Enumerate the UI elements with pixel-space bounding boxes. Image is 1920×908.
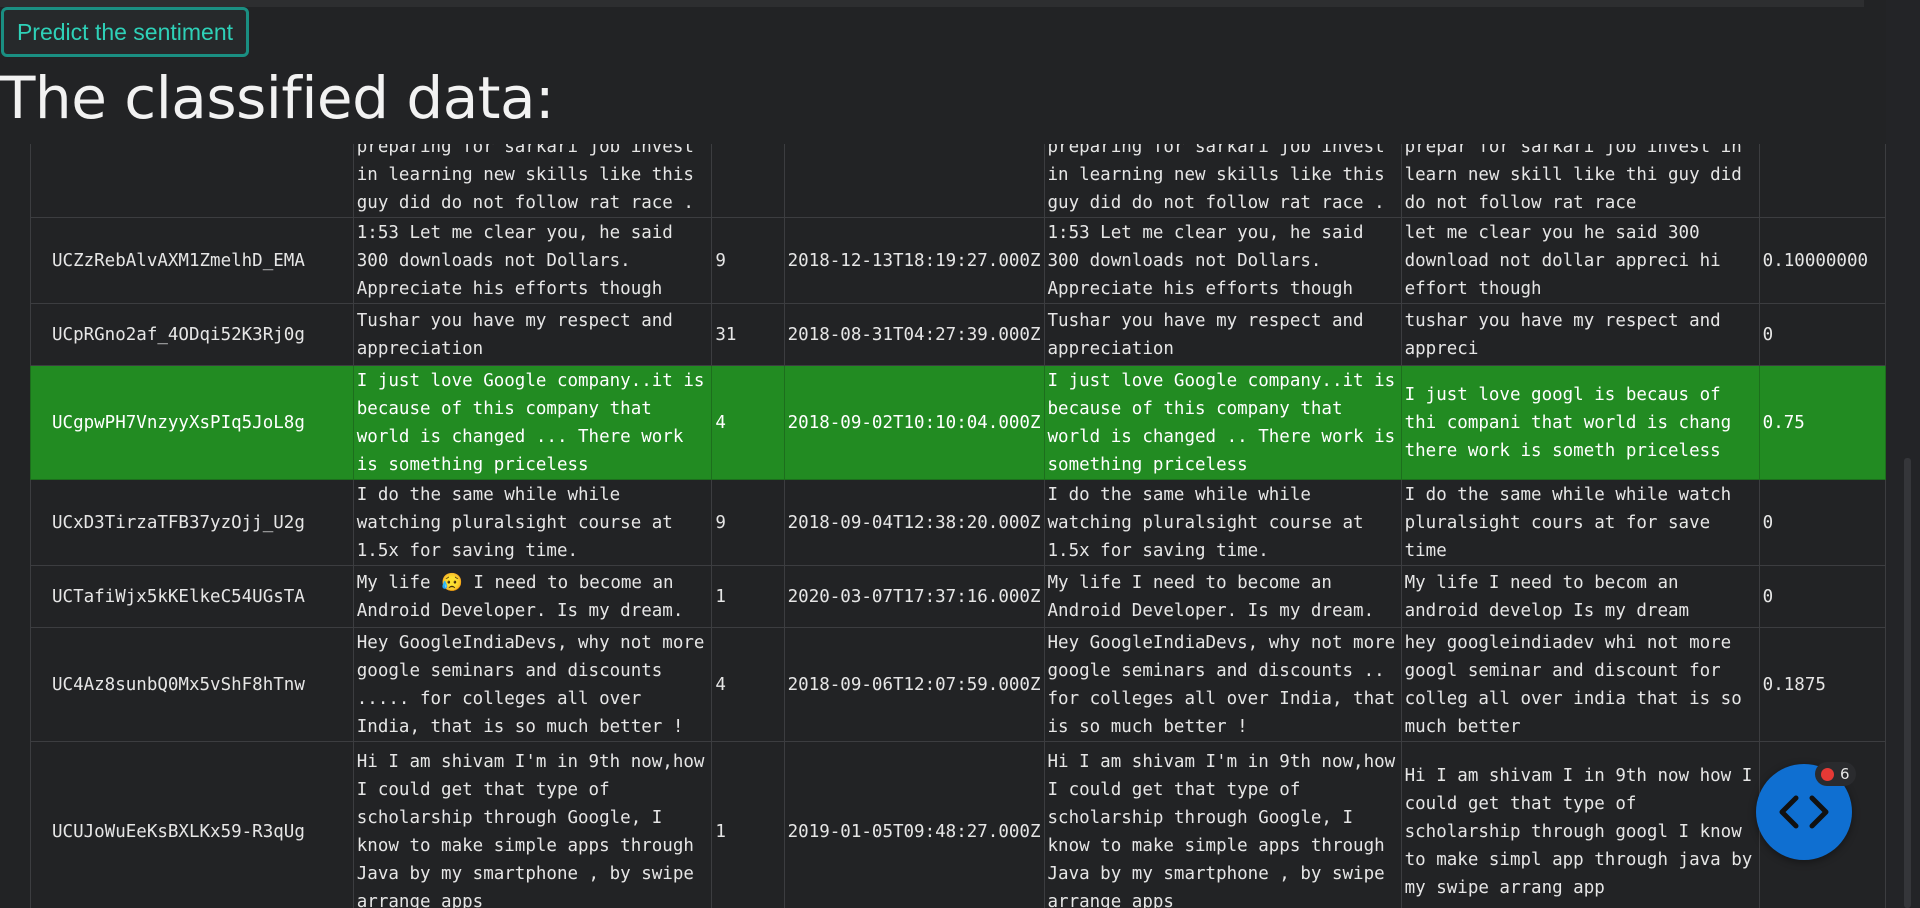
page-title: The classified data:: [0, 64, 555, 132]
timestamp-cell: 2018-08-31T04:27:39.000Z: [783, 303, 1045, 366]
scrollbar-thumb[interactable]: [1904, 458, 1911, 908]
timestamp-cell: [783, 144, 1045, 218]
comment-cell: Hey GoogleIndiaDevs, why not more google…: [352, 627, 713, 742]
sentiment-score-cell: 0: [1758, 479, 1886, 566]
table-row[interactable]: UCTafiWjx5kKElkeC54UGsTA My life 😥 I need…: [30, 565, 1886, 628]
cleaned-comment-cell: 1:53 Let me clear you, he said 300 downl…: [1043, 217, 1402, 304]
timestamp-cell: 2019-01-05T09:48:27.000Z: [783, 741, 1045, 908]
comment-cell: I just love Google company..it is becaus…: [352, 365, 713, 480]
author-id-cell: UCxD3TirzaTFB37yzOjj_U2g: [30, 479, 354, 566]
comment-cell: I do the same while while watching plura…: [352, 479, 713, 566]
stemmed-comment-cell: hey googleindiadev whi not more googl se…: [1400, 627, 1760, 742]
author-id-cell: UCgpwPH7VnzyyXsPIq5JoL8g: [30, 365, 354, 480]
table-row[interactable]: UC4Az8sunbQ0Mx5vShF8hTnw Hey GoogleIndiaD…: [30, 627, 1886, 742]
stemmed-comment-cell: tushar you have my respect and appreci: [1400, 303, 1760, 366]
author-id-cell: UCZzRebAlvAXM1ZmelhD_EMA: [30, 217, 354, 304]
comment-cell: Tushar you have my respect and appreciat…: [352, 303, 713, 366]
likes-cell: 4: [711, 365, 785, 480]
sentiment-score-cell: 0.10000000: [1758, 217, 1886, 304]
author-id-cell: UCpRGno2af_4ODqi52K3Rj0g: [30, 303, 354, 366]
stemmed-comment-cell: Hi I am shivam I in 9th now how I could …: [1400, 741, 1760, 908]
top-bar: [0, 0, 1864, 7]
likes-cell: [711, 144, 785, 218]
sentiment-score-cell: [1758, 144, 1886, 218]
likes-cell: 9: [711, 479, 785, 566]
issue-count-badge[interactable]: 6: [1815, 762, 1856, 786]
cleaned-comment-cell: I just love Google company..it is becaus…: [1043, 365, 1402, 480]
likes-cell: 1: [711, 741, 785, 908]
author-id-cell: [30, 144, 354, 218]
comment-cell: My life 😥 I need to become an Android De…: [352, 565, 713, 628]
cleaned-comment-cell: Hey GoogleIndiaDevs, why not more google…: [1043, 627, 1402, 742]
stemmed-comment-cell: I just love googl is becaus of thi compa…: [1400, 365, 1760, 480]
cleaned-comment-cell: Hi I am shivam I'm in 9th now,how I coul…: [1043, 741, 1402, 908]
issue-count: 6: [1840, 765, 1850, 783]
stemmed-comment-cell: I do the same while while watch pluralsi…: [1400, 479, 1760, 566]
timestamp-cell: 2018-12-13T18:19:27.000Z: [783, 217, 1045, 304]
timestamp-cell: 2018-09-02T10:10:04.000Z: [783, 365, 1045, 480]
classified-data-table: preparing for sarkari job invest in lear…: [30, 144, 1886, 908]
cleaned-comment-cell: Tushar you have my respect and appreciat…: [1043, 303, 1402, 366]
sentiment-score-cell: 0: [1758, 303, 1886, 366]
scrollbar-track[interactable]: [1886, 0, 1920, 908]
error-dot-icon: [1821, 767, 1834, 781]
timestamp-cell: 2018-09-04T12:38:20.000Z: [783, 479, 1045, 566]
table-row[interactable]: UCUJoWuEeKsBXLKx59-R3qUg Hi I am shivam I…: [30, 741, 1886, 908]
table-row[interactable]: UCgpwPH7VnzyyXsPIq5JoL8g I just love Goog…: [30, 365, 1886, 480]
comment-cell: preparing for sarkari job invest in lear…: [352, 144, 713, 218]
sentiment-score-cell: 0: [1758, 565, 1886, 628]
timestamp-cell: 2018-09-06T12:07:59.000Z: [783, 627, 1045, 742]
sentiment-score-cell: 0.75: [1758, 365, 1886, 480]
author-id-cell: UCTafiWjx5kKElkeC54UGsTA: [30, 565, 354, 628]
likes-cell: 31: [711, 303, 785, 366]
timestamp-cell: 2020-03-07T17:37:16.000Z: [783, 565, 1045, 628]
comment-cell: Hi I am shivam I'm in 9th now,how I coul…: [352, 741, 713, 908]
likes-cell: 4: [711, 627, 785, 742]
sentiment-score-cell: 0.1875: [1758, 627, 1886, 742]
predict-sentiment-button[interactable]: Predict the sentiment: [1, 7, 249, 57]
table-row[interactable]: preparing for sarkari job invest in lear…: [30, 144, 1886, 218]
table-row[interactable]: UCpRGno2af_4ODqi52K3Rj0g Tushar you have …: [30, 303, 1886, 366]
comment-cell: 1:53 Let me clear you, he said 300 downl…: [352, 217, 713, 304]
stemmed-comment-cell: prepar for sarkari job invest in learn n…: [1400, 144, 1760, 218]
author-id-cell: UCUJoWuEeKsBXLKx59-R3qUg: [30, 741, 354, 908]
cleaned-comment-cell: I do the same while while watching plura…: [1043, 479, 1402, 566]
classified-data-table-viewport[interactable]: preparing for sarkari job invest in lear…: [0, 144, 1886, 908]
stemmed-comment-cell: My life I need to becom an android devel…: [1400, 565, 1760, 628]
stemmed-comment-cell: let me clear you he said 300 download no…: [1400, 217, 1760, 304]
author-id-cell: UC4Az8sunbQ0Mx5vShF8hTnw: [30, 627, 354, 742]
table-row[interactable]: UCZzRebAlvAXM1ZmelhD_EMA 1:53 Let me clea…: [30, 217, 1886, 304]
likes-cell: 1: [711, 565, 785, 628]
code-brackets-icon: [1779, 795, 1829, 829]
cleaned-comment-cell: preparing for sarkari job invest in lear…: [1043, 144, 1402, 218]
likes-cell: 9: [711, 217, 785, 304]
cleaned-comment-cell: My life I need to become an Android Deve…: [1043, 565, 1402, 628]
table-row[interactable]: UCxD3TirzaTFB37yzOjj_U2g I do the same wh…: [30, 479, 1886, 566]
